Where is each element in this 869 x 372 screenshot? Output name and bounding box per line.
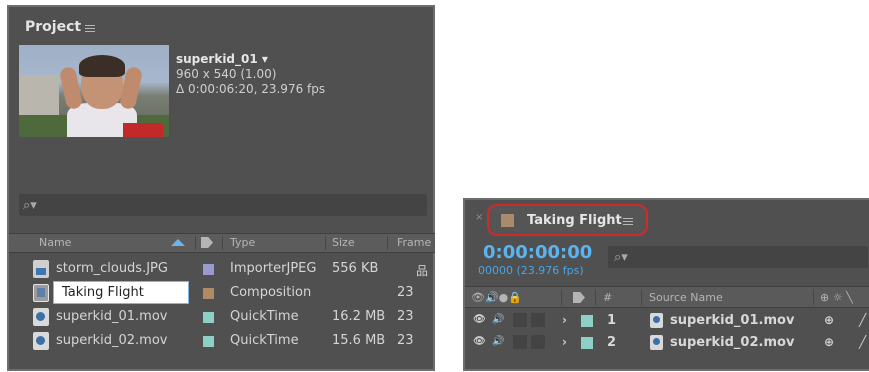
project-panel-title: Project (25, 19, 82, 35)
visibility-eye-icon[interactable]: 👁 (473, 336, 486, 347)
quicktime-file-icon (33, 308, 49, 326)
footage-duration: Δ 0:00:06:20, 23.976 fps (176, 82, 326, 96)
label-tag-icon[interactable] (201, 237, 213, 248)
label-swatch[interactable] (203, 288, 214, 299)
footage-info: superkid_01 ▾ 960 x 540 (1.00) Δ 0:00:06… (176, 52, 325, 97)
audio-speaker-icon[interactable]: 🔊 (492, 314, 504, 325)
layer-row-1[interactable]: 👁 🔊 › 1 superkid_01.mov ⊕ ╱ (465, 310, 869, 332)
item-size: 556 KB (332, 261, 379, 276)
solo-toggle[interactable] (513, 335, 527, 349)
footage-name[interactable]: superkid_01 ▾ (176, 52, 325, 67)
visibility-eye-icon[interactable]: 👁 (473, 314, 486, 325)
search-icon[interactable]: ⌕▾ (614, 250, 628, 265)
item-frame: 23 (397, 333, 414, 348)
search-icon[interactable]: ⌕▾ (23, 198, 37, 213)
item-name: storm_clouds.JPG (56, 261, 168, 276)
item-name: superkid_02.mov (56, 333, 168, 348)
audio-speaker-icon[interactable]: 🔊 (492, 336, 504, 347)
layer-row-2[interactable]: 👁 🔊 › 2 superkid_02.mov ⊕ ╱ (465, 332, 869, 354)
quicktime-file-icon (33, 332, 49, 350)
timeline-search-input[interactable] (608, 246, 868, 268)
project-row-taking-flight[interactable]: Taking Flight Composition 23 (9, 281, 435, 305)
timeline-panel: × Taking Flight 0:00:00:00 00000 (23.976… (463, 198, 869, 371)
column-name[interactable]: Name (39, 236, 71, 249)
item-frame: 23 (397, 285, 414, 300)
column-type[interactable]: Type (230, 236, 255, 249)
column-source-name[interactable]: Source Name (649, 291, 723, 304)
layer-number: 2 (607, 335, 617, 350)
network-icon: 品 (416, 264, 429, 278)
solo-toggle[interactable] (513, 313, 527, 327)
lock-toggle[interactable] (531, 313, 545, 327)
column-number: # (603, 291, 613, 304)
label-swatch[interactable] (203, 264, 214, 275)
current-time-display[interactable]: 0:00:00:00 (483, 242, 592, 263)
project-search-input[interactable] (19, 194, 427, 216)
composition-label-swatch (501, 214, 514, 227)
project-row-superkid-02[interactable]: superkid_02.mov QuickTime 15.6 MB 23 (9, 329, 435, 353)
jpg-file-icon (33, 260, 49, 278)
close-icon[interactable]: × (475, 212, 483, 223)
footage-resolution: 960 x 540 (1.00) (176, 67, 277, 81)
layer-label-swatch[interactable] (581, 315, 593, 327)
quicktime-file-icon (650, 313, 663, 328)
label-swatch[interactable] (203, 336, 214, 347)
item-frame: 23 (397, 309, 414, 324)
layer-number: 1 (607, 313, 617, 328)
quality-switch-icon[interactable]: ╱ (859, 335, 866, 349)
quicktime-file-icon (650, 335, 663, 350)
item-size: 16.2 MB (332, 309, 386, 324)
label-swatch[interactable] (203, 312, 214, 323)
layer-name[interactable]: superkid_02.mov (670, 335, 794, 350)
shy-switch-icon[interactable]: ⊕ (824, 313, 834, 327)
layer-label-swatch[interactable] (581, 337, 593, 349)
sort-ascending-icon[interactable] (171, 239, 185, 246)
tab-label: Taking Flight (527, 213, 622, 228)
project-panel: Project superkid_01 ▾ 960 x 540 (1.00) Δ… (7, 5, 435, 371)
item-size: 15.6 MB (332, 333, 386, 348)
item-type: QuickTime (230, 309, 299, 324)
quality-switch-icon[interactable]: ╱ (859, 313, 866, 327)
item-name: superkid_01.mov (56, 309, 168, 324)
shy-switch-icon[interactable]: ⊕ (824, 335, 834, 349)
expand-chevron-icon[interactable]: › (562, 335, 567, 349)
item-type: QuickTime (230, 333, 299, 348)
footage-thumbnail (19, 45, 169, 137)
tab-taking-flight[interactable]: Taking Flight (487, 204, 648, 236)
frame-count-display: 00000 (23.976 fps) (478, 264, 584, 277)
project-row-storm-clouds[interactable]: storm_clouds.JPG ImporterJPEG 556 KB 品 (9, 257, 435, 281)
lock-toggle[interactable] (531, 335, 545, 349)
composition-icon (33, 284, 49, 302)
project-row-superkid-01[interactable]: superkid_01.mov QuickTime 16.2 MB 23 (9, 305, 435, 329)
column-size[interactable]: Size (332, 236, 355, 249)
item-type: ImporterJPEG (230, 261, 317, 276)
layer-name[interactable]: superkid_01.mov (670, 313, 794, 328)
av-features-icons: 👁🔊●🔒 (471, 291, 522, 304)
rename-input[interactable]: Taking Flight (53, 281, 189, 304)
timeline-column-header: 👁🔊●🔒 # Source Name ⊕ ☼ ╲ (465, 286, 869, 308)
switches-icons: ⊕ ☼ ╲ (820, 291, 853, 304)
label-tag-icon[interactable] (573, 292, 585, 303)
expand-chevron-icon[interactable]: › (562, 313, 567, 327)
panel-menu-icon[interactable] (85, 25, 95, 33)
project-column-header: Name Type Size Frame (9, 233, 435, 253)
column-frame[interactable]: Frame (397, 236, 431, 249)
panel-menu-icon[interactable] (623, 218, 633, 226)
item-type: Composition (230, 285, 312, 300)
